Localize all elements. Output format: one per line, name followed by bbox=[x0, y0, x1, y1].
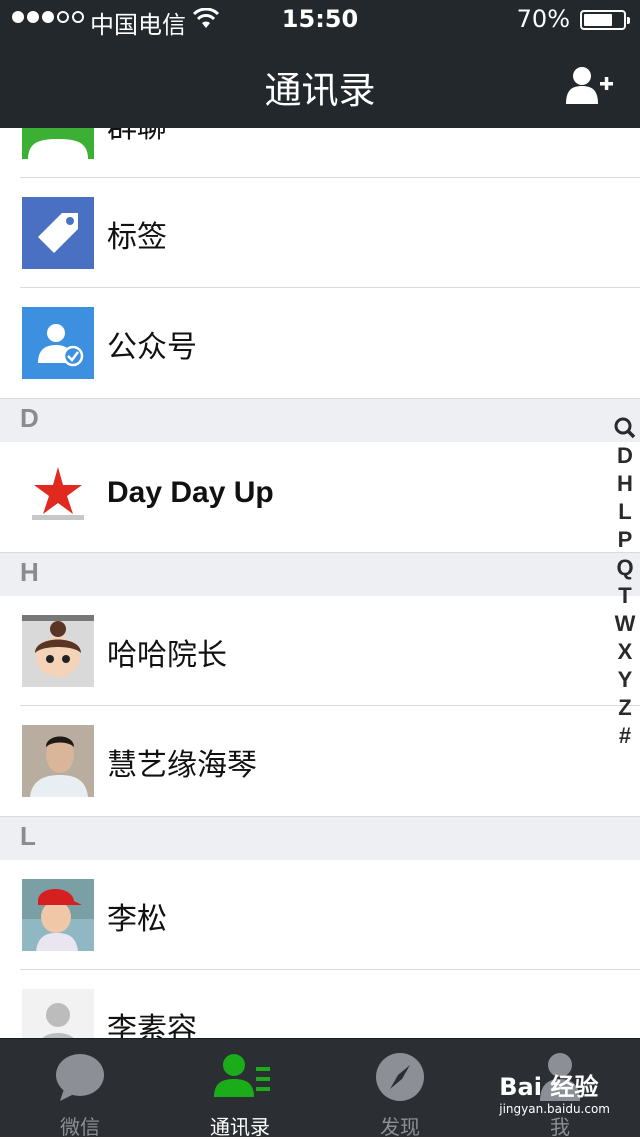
chat-bubble-icon bbox=[56, 1054, 104, 1101]
contact-name: 李素容 bbox=[107, 1012, 197, 1038]
index-letter-y[interactable]: Y bbox=[612, 666, 638, 694]
index-letter-p[interactable]: P bbox=[612, 526, 638, 554]
compass-icon bbox=[376, 1053, 424, 1101]
index-letter-q[interactable]: Q bbox=[612, 554, 638, 582]
status-bar: 中国电信 15:50 70% bbox=[0, 0, 640, 40]
section-header-d: D bbox=[0, 398, 640, 442]
tag-icon bbox=[22, 197, 94, 269]
index-letter-hash[interactable]: # bbox=[612, 722, 638, 750]
avatar bbox=[22, 725, 94, 797]
battery-icon bbox=[580, 10, 630, 30]
contact-row[interactable]: Day Day Up bbox=[0, 442, 640, 552]
index-letter-z[interactable]: Z bbox=[612, 694, 638, 722]
contact-name: Day Day Up bbox=[107, 476, 274, 509]
contacts-icon bbox=[214, 1054, 270, 1097]
avatar bbox=[22, 461, 94, 533]
list-item-official-accounts[interactable]: 公众号 bbox=[0, 288, 640, 398]
official-account-icon bbox=[22, 307, 94, 379]
list-item-label: 群聊 bbox=[107, 128, 167, 146]
section-header-l: L bbox=[0, 816, 640, 860]
page-title: 通讯录 bbox=[264, 69, 376, 112]
contact-row[interactable]: 哈哈院长 bbox=[0, 596, 640, 706]
alphabet-index[interactable]: D H L P Q T W X Y Z # bbox=[612, 414, 638, 750]
default-avatar-icon bbox=[22, 989, 94, 1038]
list-item-label: 公众号 bbox=[107, 330, 197, 365]
contact-name: 哈哈院长 bbox=[107, 638, 227, 673]
contact-name: 慧艺缘海琴 bbox=[107, 748, 257, 783]
index-letter-d[interactable]: D bbox=[612, 442, 638, 470]
avatar bbox=[22, 615, 94, 687]
watermark: Bai 经验 jingyan.baidu.com bbox=[499, 1073, 610, 1116]
index-search-icon[interactable] bbox=[612, 414, 638, 442]
contact-name: 李松 bbox=[107, 902, 167, 937]
contact-row[interactable]: 李松 bbox=[0, 860, 640, 970]
tab-discover[interactable]: 发现 bbox=[320, 1039, 480, 1139]
list-item-tags[interactable]: 标签 bbox=[0, 178, 640, 288]
battery-percentage: 70% bbox=[516, 5, 570, 33]
tab-contacts[interactable]: 通讯录 bbox=[160, 1039, 320, 1139]
list-item-group-chat[interactable]: 群聊 bbox=[0, 128, 640, 178]
top-bar: 中国电信 15:50 70% 通讯录 bbox=[0, 0, 640, 128]
add-contact-icon[interactable] bbox=[566, 66, 614, 106]
contact-row[interactable]: 慧艺缘海琴 bbox=[0, 706, 640, 816]
index-letter-x[interactable]: X bbox=[612, 638, 638, 666]
contact-row[interactable]: 李素容 bbox=[0, 970, 640, 1038]
tab-chats[interactable]: 微信 bbox=[0, 1039, 160, 1139]
avatar bbox=[22, 879, 94, 951]
contacts-list[interactable]: 群聊 标签 公众号 D bbox=[0, 128, 640, 1038]
index-letter-l[interactable]: L bbox=[612, 498, 638, 526]
group-chat-icon bbox=[22, 128, 94, 159]
section-header-h: H bbox=[0, 552, 640, 596]
index-letter-h[interactable]: H bbox=[612, 470, 638, 498]
index-letter-t[interactable]: T bbox=[612, 582, 638, 610]
index-letter-w[interactable]: W bbox=[612, 610, 638, 638]
list-item-label: 标签 bbox=[107, 220, 167, 255]
